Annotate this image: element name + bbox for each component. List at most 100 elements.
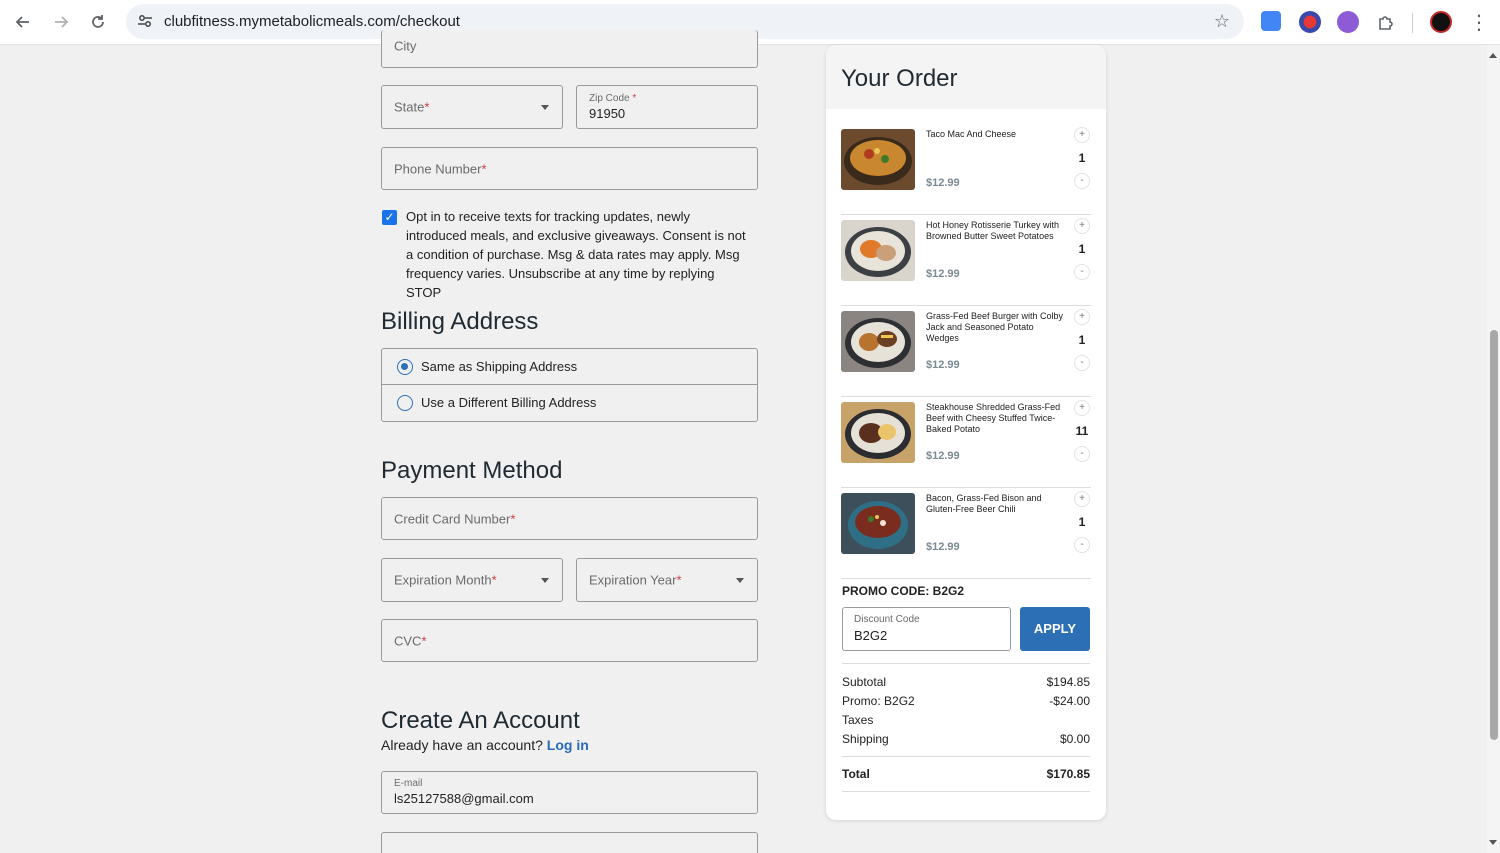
login-link[interactable]: Log in [547, 737, 589, 753]
state-placeholder: State* [394, 99, 430, 115]
chevron-down-icon [541, 105, 549, 110]
meal-image [841, 493, 915, 554]
zip-code-value[interactable]: 91950 [589, 106, 625, 121]
radio-unselected-icon[interactable] [397, 395, 413, 411]
credit-card-number-field[interactable]: Credit Card Number* [381, 497, 758, 540]
discount-code-value[interactable]: B2G2 [854, 628, 887, 643]
order-item: Steakhouse Shredded Grass-Fed Beef with … [841, 398, 1091, 488]
extension-icon[interactable] [1337, 11, 1359, 33]
order-header: Your Order [826, 45, 1106, 109]
promo-label: Promo: B2G2 [842, 694, 915, 708]
promo-amount: -$24.00 [1049, 694, 1090, 708]
profile-avatar-icon[interactable] [1430, 11, 1452, 33]
scrollbar-thumb[interactable] [1490, 330, 1498, 740]
reload-icon[interactable] [84, 8, 112, 36]
expiration-month-select[interactable]: Expiration Month* [381, 558, 563, 602]
email-label: E-mail [394, 778, 423, 789]
item-name: Steakhouse Shredded Grass-Fed Beef with … [926, 402, 1061, 434]
cvc-placeholder: CVC* [394, 633, 427, 648]
translate-extension-icon[interactable] [1261, 11, 1281, 31]
discount-code-label: Discount Code [854, 614, 920, 625]
decrease-quantity-button[interactable]: - [1074, 537, 1090, 553]
total-amount: $170.85 [1046, 767, 1090, 781]
order-item: Grass-Fed Beef Burger with Colby Jack an… [841, 307, 1091, 397]
city-placeholder: City [394, 38, 417, 54]
item-name: Hot Honey Rotisserie Turkey with Browned… [926, 220, 1060, 241]
item-price: $12.99 [926, 450, 960, 462]
sms-optin-checkbox[interactable]: ✓ [382, 210, 397, 225]
item-price: $12.99 [926, 541, 960, 553]
decrease-quantity-button[interactable]: - [1074, 173, 1090, 189]
increase-quantity-button[interactable]: + [1074, 309, 1090, 325]
increase-quantity-button[interactable]: + [1074, 218, 1090, 234]
forward-icon[interactable] [47, 8, 75, 36]
decrease-quantity-button[interactable]: - [1074, 264, 1090, 280]
state-select[interactable]: State* [381, 85, 563, 129]
item-price: $12.99 [926, 268, 960, 280]
order-summary-panel: Your Order Taco Mac And Cheese $12.99 + … [826, 45, 1106, 820]
create-account-heading: Create An Account [381, 707, 580, 734]
item-quantity: 1 [1078, 333, 1086, 347]
divider [842, 663, 1090, 664]
puzzle-extensions-icon[interactable] [1372, 8, 1400, 36]
item-quantity: 11 [1075, 424, 1089, 438]
bookmark-star-icon[interactable]: ☆ [1214, 11, 1230, 32]
apply-discount-button[interactable]: APPLY [1020, 607, 1090, 651]
meal-image [841, 311, 915, 372]
scroll-up-icon[interactable] [1489, 53, 1497, 58]
item-name: Grass-Fed Beef Burger with Colby Jack an… [926, 311, 1064, 343]
scroll-down-icon[interactable] [1489, 840, 1497, 845]
billing-option-different[interactable]: Use a Different Billing Address [382, 385, 757, 421]
billing-address-options: Same as Shipping Address Use a Different… [381, 348, 758, 422]
expiration-month-placeholder: Expiration Month* [394, 572, 497, 588]
total-label: Total [842, 767, 870, 781]
billing-option-same[interactable]: Same as Shipping Address [382, 349, 757, 385]
increase-quantity-button[interactable]: + [1074, 127, 1090, 143]
decrease-quantity-button[interactable]: - [1074, 355, 1090, 371]
payment-method-heading: Payment Method [381, 457, 563, 484]
url-text[interactable]: clubfitness.mymetabolicmeals.com/checkou… [164, 13, 460, 30]
shipping-amount: $0.00 [1059, 732, 1090, 746]
shipping-label: Shipping [842, 732, 889, 746]
extension-icon[interactable] [1299, 11, 1321, 33]
email-value[interactable]: ls25127588@gmail.com [394, 791, 534, 806]
billing-option-label: Use a Different Billing Address [421, 395, 597, 410]
zip-code-field[interactable]: Zip Code * 91950 [576, 85, 758, 129]
item-quantity: 1 [1078, 151, 1086, 165]
login-prompt: Already have an account? Log in [381, 737, 589, 753]
promo-code-title: PROMO CODE: B2G2 [842, 584, 965, 598]
increase-quantity-button[interactable]: + [1074, 491, 1090, 507]
cvc-field[interactable]: CVC* [381, 619, 758, 662]
subtotal-label: Subtotal [842, 675, 887, 689]
site-info-icon[interactable] [136, 12, 154, 30]
city-field[interactable]: City [381, 30, 758, 68]
divider [842, 756, 1090, 757]
back-icon[interactable] [9, 8, 37, 36]
discount-code-field[interactable]: Discount Code B2G2 [842, 607, 1011, 651]
radio-selected-icon[interactable] [397, 359, 413, 375]
subtotal-amount: $194.85 [1046, 675, 1090, 689]
taxes-label: Taxes [842, 713, 874, 727]
email-field[interactable]: E-mail ls25127588@gmail.com [381, 771, 758, 814]
chevron-down-icon [736, 578, 744, 583]
chevron-down-icon [541, 578, 549, 583]
credit-card-placeholder: Credit Card Number* [394, 511, 516, 526]
expiration-year-select[interactable]: Expiration Year* [576, 558, 758, 602]
password-field[interactable] [381, 832, 758, 853]
item-price: $12.99 [926, 359, 960, 371]
item-name: Bacon, Grass-Fed Bison and Gluten-Free B… [926, 493, 1042, 514]
menu-dots-icon[interactable]: ⋮ [1465, 8, 1493, 36]
decrease-quantity-button[interactable]: - [1074, 446, 1090, 462]
sms-optin-text: Opt in to receive texts for tracking upd… [406, 209, 746, 300]
order-title: Your Order [841, 65, 958, 92]
zip-code-label: Zip Code * [589, 93, 637, 104]
toolbar-divider [1412, 13, 1413, 33]
meal-image [841, 220, 915, 281]
phone-number-placeholder: Phone Number* [394, 161, 487, 176]
meal-image [841, 402, 915, 463]
increase-quantity-button[interactable]: + [1074, 400, 1090, 416]
divider [842, 791, 1090, 792]
meal-image [841, 129, 915, 190]
phone-number-field[interactable]: Phone Number* [381, 147, 758, 190]
item-price: $12.99 [926, 177, 960, 189]
